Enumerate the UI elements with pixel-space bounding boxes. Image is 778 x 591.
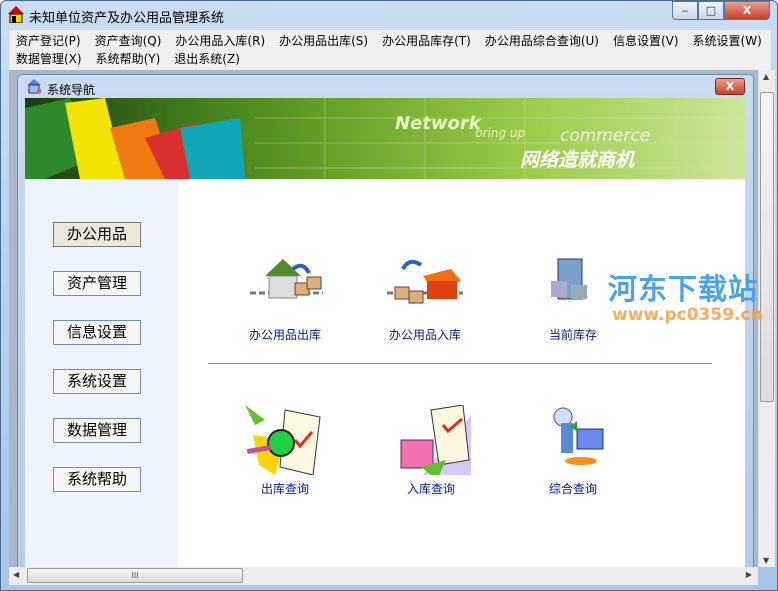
menu-supplies-query[interactable]: 办公用品综合查询(U) [478,32,606,50]
minimize-button[interactable]: ‒ [672,1,698,20]
tile-out-query[interactable]: 出库查询 [230,405,340,497]
tile-supplies-in[interactable]: 办公用品入库 [370,251,480,343]
menu-system-help[interactable]: 系统帮助(Y) [89,50,168,68]
scroll-up-arrow-icon[interactable]: ▲ [763,72,769,81]
menu-system-settings[interactable]: 系统设置(W) [686,32,769,50]
tile-supplies-out[interactable]: 办公用品出库 [230,251,340,343]
warehouse-in-icon [387,259,463,304]
menu-supplies-in[interactable]: 办公用品入库(R) [168,32,272,50]
tile-combined-query[interactable]: 综合查询 [518,405,628,497]
stock-boxes-icon [551,258,587,300]
scroll-left-arrow-icon[interactable]: ◀ [13,570,19,579]
menu-asset-register[interactable]: 资产登记(P) [9,32,88,50]
section-divider [208,363,712,364]
tile-label: 综合查询 [548,482,597,496]
banner-text-bringup: bring up [475,126,526,140]
menu-info-settings[interactable]: 信息设置(V) [606,32,686,50]
menu-bar: 资产登记(P) 资产查询(Q) 办公用品入库(R) 办公用品出库(S) 办公用品… [9,30,771,70]
watermark-url: www.pc0359.cn [612,305,763,325]
horizontal-scroll-thumb[interactable]: III [27,568,243,583]
tile-label: 办公用品出库 [248,328,321,342]
tile-label: 入库查询 [406,482,455,496]
nav-data-management[interactable]: 数据管理 [53,418,141,443]
banner-text-cn: 网络造就商机 [520,149,635,171]
banner-image: Network bring up commerce 网络造就商机 [25,98,745,179]
scroll-right-arrow-icon[interactable]: ▶ [746,570,752,579]
banner-text-commerce: commerce [560,126,651,146]
menu-supplies-stock[interactable]: 办公用品库存(T) [375,32,478,50]
menu-supplies-out[interactable]: 办公用品出库(S) [272,32,375,50]
tile-label: 办公用品入库 [388,328,461,342]
box-document-icon [400,404,471,480]
title-bar: 未知单位资产及办公用品管理系统 ‒ □ X [1,1,777,29]
nav-system-help[interactable]: 系统帮助 [53,467,141,492]
menu-data-management[interactable]: 数据管理(X) [9,50,89,68]
warehouse-out-icon [250,259,323,299]
child-window-title: 系统导航 [47,83,96,97]
menu-exit[interactable]: 退出系统(Z) [167,50,247,68]
close-button[interactable]: X [724,1,770,20]
magnifier-document-icon [245,405,321,476]
nav-asset-management[interactable]: 资产管理 [53,271,141,296]
house-icon [27,79,41,94]
nav-system-settings[interactable]: 系统设置 [53,369,141,394]
child-close-button[interactable]: X [715,78,745,95]
window-title: 未知单位资产及办公用品管理系统 [29,11,225,26]
banner-text-network: Network [395,113,481,134]
maximize-button[interactable]: □ [698,1,724,20]
clock-database-icon [553,407,604,465]
vertical-scroll-thumb[interactable] [760,92,774,402]
nav-panel: 办公用品 资产管理 信息设置 系统设置 数据管理 系统帮助 [25,179,178,567]
nav-office-supplies[interactable]: 办公用品 [53,222,141,247]
tile-in-query[interactable]: 入库查询 [376,404,486,497]
nav-info-settings[interactable]: 信息设置 [53,320,141,345]
horizontal-scrollbar[interactable]: ◀ III ▶ [9,567,758,585]
tile-label: 当前库存 [548,328,597,342]
function-panel: 办公用品出库 办公用品入库 当前库存 出库查询 入库查询 综合查询 [178,179,745,567]
menu-asset-query[interactable]: 资产查询(Q) [88,32,169,50]
scroll-down-arrow-icon[interactable]: ▼ [763,556,769,565]
tile-label: 出库查询 [260,482,309,496]
house-app-icon [8,6,24,23]
watermark-name: 河东下载站 [608,272,759,306]
